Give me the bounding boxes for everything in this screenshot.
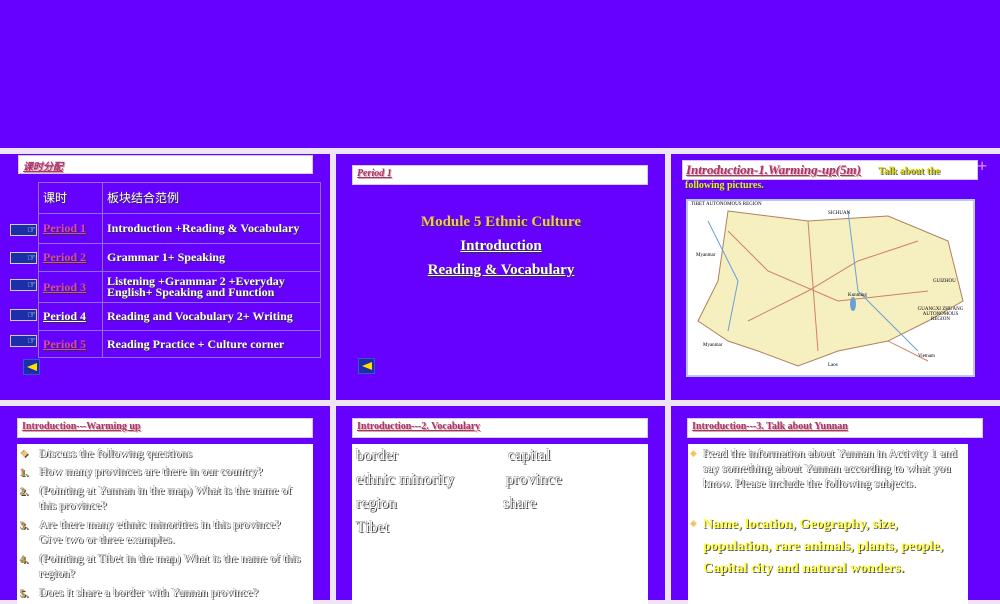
intro-text: Discuss the following questions bbox=[39, 446, 192, 460]
reading-vocabulary-link[interactable]: Reading & Vocabulary bbox=[336, 262, 665, 279]
bullet-icon: ◆ bbox=[690, 518, 697, 528]
slide-title: Introduction---2. Vocabulary bbox=[352, 418, 648, 438]
map-label: SICHUAN bbox=[828, 211, 851, 216]
subtitle-text: following pictures. bbox=[685, 180, 764, 191]
vocab-word: province bbox=[506, 471, 562, 488]
subjects-text: Name, location, Geography, size, populat… bbox=[703, 517, 944, 576]
back-arrow-icon[interactable] bbox=[23, 359, 40, 375]
warming-up-title: Introduction-1.Warming-up(5m) bbox=[686, 162, 861, 177]
slide-title: 课时分配 bbox=[18, 155, 313, 174]
period-content: Introduction +Reading & Vocabulary bbox=[102, 213, 321, 244]
question: How many provinces are there in our coun… bbox=[39, 464, 263, 478]
vocab-word: border bbox=[356, 447, 398, 464]
period-content: Grammar 1+ Speaking bbox=[102, 243, 321, 272]
period-2-link[interactable]: Period 2 bbox=[43, 250, 86, 264]
bullet-icon: ◆ bbox=[21, 448, 28, 458]
header-cell: 课时 bbox=[38, 182, 103, 214]
vocab-word: share bbox=[503, 495, 537, 512]
slide-3-thumbnail[interactable]: Introduction-1.Warming-up(5m) Talk about… bbox=[671, 154, 1000, 400]
map-label: Kunming bbox=[848, 293, 867, 298]
warming-up-content: ◆ Discuss the following questions 1. How … bbox=[17, 444, 313, 604]
map-label: TIBET AUTONOMOUS REGION bbox=[691, 202, 762, 207]
yunnan-content: ◆ Read the information about Yunnan in A… bbox=[688, 444, 968, 604]
map-label: Myanmar bbox=[696, 253, 716, 258]
plus-icon: + bbox=[977, 156, 988, 176]
map-label: GUANGXI ZHUANG AUTONOMOUS REGION bbox=[917, 307, 964, 322]
slide-2-thumbnail[interactable]: Period 1 Module 5 Ethnic Culture Introdu… bbox=[336, 154, 665, 400]
map-label: Vietnam bbox=[918, 354, 935, 359]
vocab-word: region bbox=[356, 495, 397, 512]
pointing-hand-icon[interactable]: ☞ bbox=[10, 279, 37, 291]
top-band bbox=[0, 0, 1000, 148]
vocabulary-content: border capital ethnic minority province … bbox=[352, 444, 648, 604]
map-label: GUIZHOU bbox=[933, 279, 956, 284]
period-table: 课时 板块结合范例 Period 1 Introduction +Reading &… bbox=[38, 182, 321, 358]
pointing-hand-icon[interactable]: ☞ bbox=[10, 335, 37, 347]
period-content: Reading and Vocabulary 2+ Writing bbox=[102, 302, 321, 331]
question: Does it share a border with Yunnan provi… bbox=[39, 585, 259, 599]
question: Are there many ethnic minorities in this… bbox=[39, 517, 281, 546]
question: (Pointing at Tibet in the map) What is t… bbox=[39, 551, 301, 580]
bullet-icon: ◆ bbox=[690, 448, 697, 458]
header-cell: 板块结合范例 bbox=[102, 182, 321, 214]
slide-title: Introduction---Warming up bbox=[17, 418, 313, 438]
map-label: Myanmar bbox=[703, 343, 723, 348]
vocab-word: Tibet bbox=[356, 519, 390, 536]
period-4-link[interactable]: Period 4 bbox=[43, 309, 86, 323]
pointing-hand-icon[interactable]: ☞ bbox=[10, 309, 37, 321]
introduction-link[interactable]: Introduction bbox=[336, 238, 665, 255]
question: (Pointing at Yunnan in the map) What is … bbox=[39, 483, 292, 512]
instruction-text: Read the information about Yunnan in Act… bbox=[703, 446, 958, 490]
vocab-word: capital bbox=[508, 447, 551, 464]
period-3-link[interactable]: Period 3 bbox=[43, 280, 86, 294]
vocab-word: ethnic minority bbox=[356, 471, 455, 488]
slide-title: Introduction-1.Warming-up(5m) Talk about… bbox=[682, 160, 978, 180]
slide-title: Introduction---3. Talk about Yunnan bbox=[687, 418, 983, 438]
yunnan-map-image: TIBET AUTONOMOUS REGION SICHUAN Myanmar … bbox=[686, 199, 975, 377]
pointing-hand-icon[interactable]: ☞ bbox=[10, 224, 37, 236]
module-title: Module 5 Ethnic Culture bbox=[420, 214, 582, 230]
map-drawing bbox=[688, 201, 973, 375]
slide-1-thumbnail[interactable]: 课时分配 课时 板块结合范例 Period 1 Introduction +Read… bbox=[0, 154, 330, 400]
period-1-link[interactable]: Period 1 bbox=[43, 221, 86, 235]
map-label: Laos bbox=[828, 363, 838, 368]
period-content: Listening +Grammar 2 +Everyday English+ … bbox=[102, 271, 321, 303]
period-content: Reading Practice + Culture corner bbox=[102, 330, 321, 358]
period-5-link[interactable]: Period 5 bbox=[43, 337, 86, 351]
pointing-hand-icon[interactable]: ☞ bbox=[10, 252, 37, 264]
talk-about-text: Talk about the bbox=[878, 166, 941, 177]
slide-title: Period 1 bbox=[352, 165, 648, 185]
back-arrow-icon[interactable] bbox=[358, 358, 375, 374]
